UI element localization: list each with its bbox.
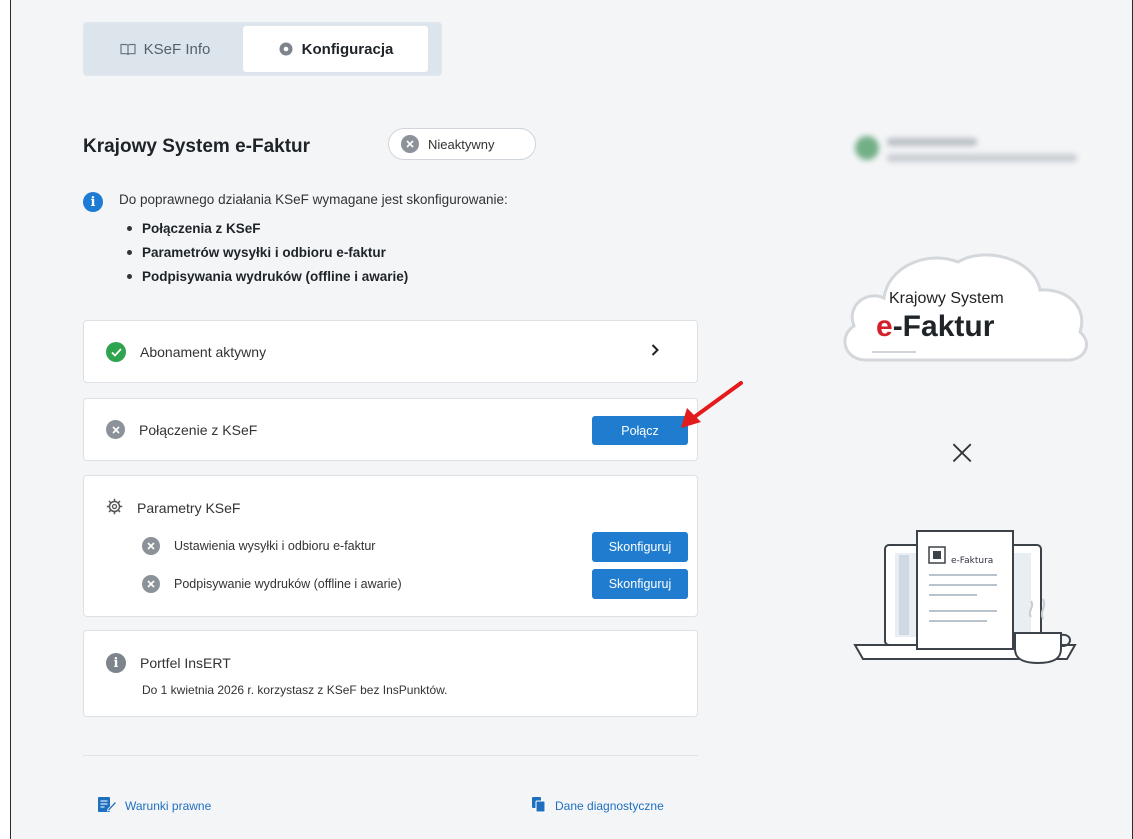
tab-ksef-info[interactable]: KSeF Info [87,26,243,72]
close-circle-icon [142,537,160,555]
parameters-title: Parametry KSeF [137,500,241,516]
list-item: Połączenia z KSeF [127,216,408,240]
list-item: Parametrów wysyłki i odbioru e-faktur [127,240,408,264]
arrow-annotation-icon [681,381,743,428]
copy-icon [531,796,547,816]
divider [83,755,698,756]
legal-terms-link[interactable]: Warunki prawne [97,796,211,816]
settings-gear-icon [106,498,123,518]
tab-bar: KSeF Info Konfiguracja [83,22,442,76]
check-circle-icon [106,342,126,362]
times-icon: × [947,432,978,473]
parameters-card: Parametry KSeF Ustawienia wysyłki i odbi… [83,475,698,617]
info-list: Połączenia z KSeF Parametrów wysyłki i o… [127,216,408,288]
chevron-right-icon[interactable] [651,343,659,361]
user-avatar [855,136,1077,162]
configure-signing-button[interactable]: Skonfiguruj [592,569,688,599]
subscription-card[interactable]: Abonament aktywny [83,320,698,383]
tab-ksef-info-label: KSeF Info [143,40,211,58]
close-circle-icon [401,135,419,153]
list-item: Podpisywania wydruków (offline i awarie) [127,264,408,288]
window: KSeF Info Konfiguracja Krajowy System e-… [10,0,1133,839]
configure-sending-button[interactable]: Skonfiguruj [592,532,688,562]
tab-konfiguracja[interactable]: Konfiguracja [243,26,428,72]
close-circle-icon [106,420,125,439]
bullet-icon [127,249,132,255]
book-icon [120,42,136,56]
page-title: Krajowy System e-Faktur [83,136,311,157]
cloud-brand: e-Faktur [876,310,995,343]
invoice-label: e-Faktura [951,556,994,566]
info-text: Do poprawnego działania KSeF wymagane je… [119,192,508,207]
laptop-invoice-icon [853,530,1077,665]
cloud-title: Krajowy System [889,290,1004,307]
wallet-card: i Portfel InsERT Do 1 kwietnia 2026 r. k… [83,630,698,717]
bullet-icon [127,273,132,279]
parameters-item-label: Podpisywanie wydruków (offline i awarie) [174,577,402,591]
bullet-icon [127,225,132,231]
tab-konfiguracja-label: Konfiguracja [301,40,394,58]
diagnostics-label: Dane diagnostyczne [555,799,664,813]
connection-label: Połączenie z KSeF [139,421,258,438]
info-icon: i [83,192,103,212]
status-badge: Nieaktywny [388,128,536,160]
document-edit-icon [97,796,118,816]
close-circle-icon [142,575,160,593]
info-icon: i [106,653,126,673]
subscription-label: Abonament aktywny [140,344,267,360]
gear-icon [278,42,294,56]
parameters-item-label: Ustawienia wysyłki i odbioru e-faktur [174,539,376,553]
connection-card: Połączenie z KSeF Połącz [83,398,698,461]
legal-terms-label: Warunki prawne [125,799,212,813]
wallet-title: Portfel InsERT [140,655,231,671]
wallet-text: Do 1 kwietnia 2026 r. korzystasz z KSeF … [142,683,448,697]
diagnostics-link[interactable]: Dane diagnostyczne [531,796,664,816]
status-badge-label: Nieaktywny [428,136,495,152]
